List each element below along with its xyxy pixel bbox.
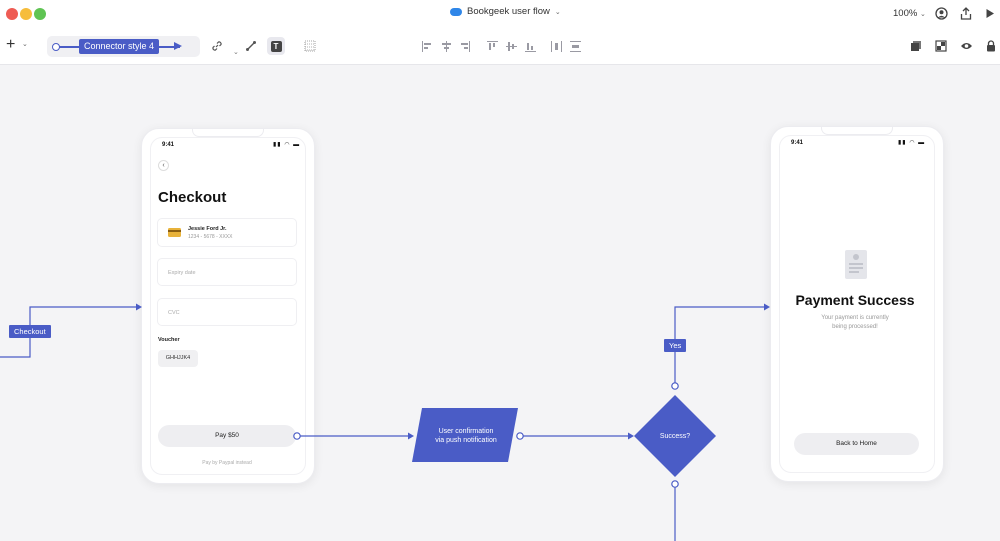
process-label-line-1: User confirmation <box>438 428 494 435</box>
connector-arrowhead <box>408 432 414 440</box>
connector-start-dot <box>293 432 301 440</box>
connector-arrowhead <box>136 303 142 311</box>
flow-connectors <box>0 303 770 541</box>
connector-arrowhead <box>628 432 634 440</box>
connector-yes-to-success[interactable] <box>674 306 764 383</box>
yes-connector-label[interactable]: Yes <box>664 339 687 352</box>
process-label-line-2: via push notification <box>435 437 497 444</box>
connector-start-dot <box>671 382 679 390</box>
decision-label: Success? <box>659 433 691 440</box>
connector-start-dot <box>671 480 679 488</box>
process-label: User confirmation via push notification <box>418 427 514 445</box>
checkout-connector-label[interactable]: Checkout <box>9 325 51 338</box>
connector-start-dot <box>516 432 524 440</box>
connector-arrowhead <box>764 303 770 311</box>
